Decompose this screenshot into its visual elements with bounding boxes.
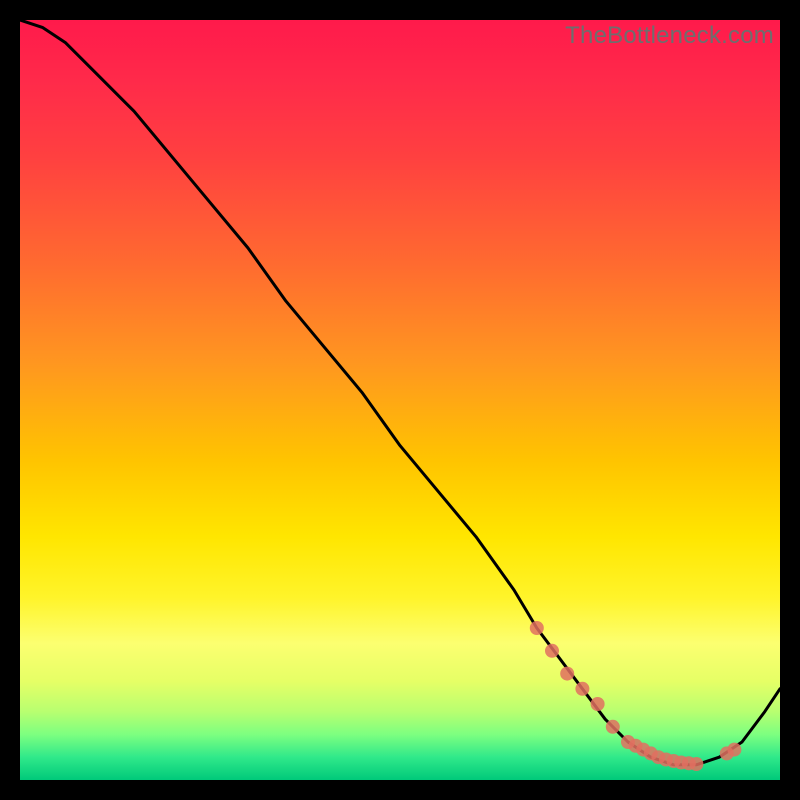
highlight-dot — [575, 682, 589, 696]
chart-frame: TheBottleneck.com — [0, 0, 800, 800]
series-curve — [20, 20, 780, 765]
highlight-dot — [606, 720, 620, 734]
chart-svg — [20, 20, 780, 780]
highlight-dot — [727, 743, 741, 757]
highlight-dot — [530, 621, 544, 635]
chart-curve-group — [20, 20, 780, 765]
highlight-dot — [560, 667, 574, 681]
highlight-dot — [591, 697, 605, 711]
highlight-dot — [689, 757, 703, 771]
highlight-dot — [545, 644, 559, 658]
chart-plot-area: TheBottleneck.com — [20, 20, 780, 780]
highlight-dots-group — [530, 621, 742, 771]
